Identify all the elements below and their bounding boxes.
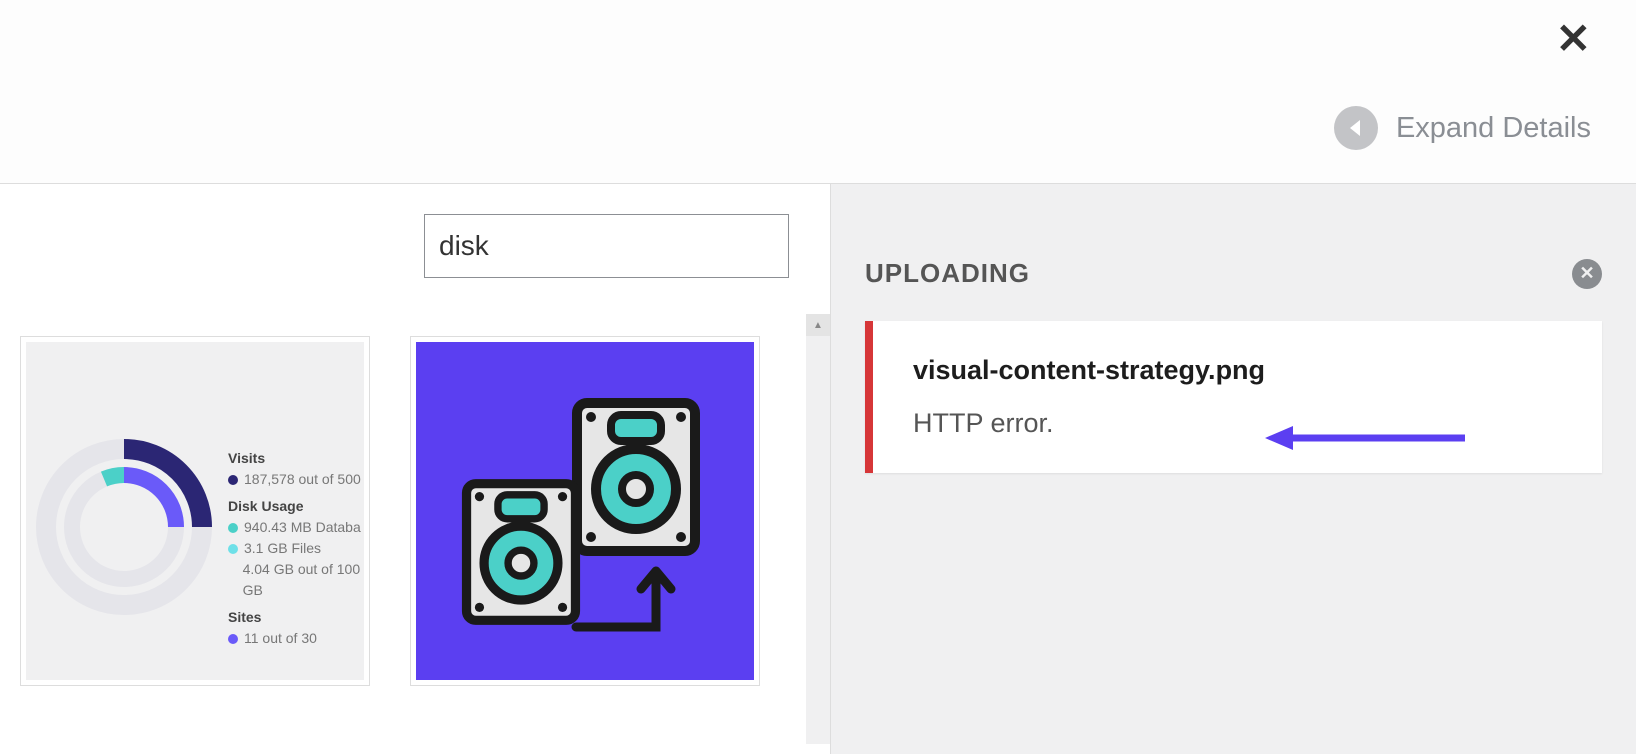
close-icon[interactable]: ✕	[1556, 18, 1591, 60]
media-grid-pane: Visits 187,578 out of 500 Disk Usage 940…	[0, 184, 830, 754]
hard-disk-icon	[461, 477, 581, 627]
expand-details-label: Expand Details	[1396, 112, 1591, 145]
scroll-up-icon[interactable]: ▲	[806, 314, 830, 336]
thumbnail-stats[interactable]: Visits 187,578 out of 500 Disk Usage 940…	[20, 336, 370, 686]
upload-filename: visual-content-strategy.png	[913, 355, 1562, 386]
upload-panel: UPLOADING ✕ visual-content-strategy.png …	[830, 184, 1636, 754]
stats-legend: Visits 187,578 out of 500 Disk Usage 940…	[228, 442, 364, 649]
scrollbar[interactable]: ▲	[806, 314, 830, 744]
annotation-arrow-icon	[1265, 421, 1465, 455]
upload-header: UPLOADING ✕	[865, 258, 1602, 289]
content-area: Visits 187,578 out of 500 Disk Usage 940…	[0, 184, 1636, 754]
upload-heading: UPLOADING	[865, 258, 1030, 289]
donut-chart-icon	[34, 437, 214, 617]
upload-error-card: visual-content-strategy.png HTTP error.	[865, 321, 1602, 473]
expand-details-button[interactable]: Expand Details	[1334, 106, 1591, 150]
search-input[interactable]	[424, 214, 789, 278]
thumbnail-row: Visits 187,578 out of 500 Disk Usage 940…	[20, 336, 760, 686]
dismiss-button[interactable]: ✕	[1572, 259, 1602, 289]
arrow-up-icon	[566, 557, 676, 647]
thumbnail-disk-icon[interactable]	[410, 336, 760, 686]
chevron-left-icon	[1334, 106, 1378, 150]
top-bar: ✕ Expand Details	[0, 0, 1636, 184]
hard-disk-icon	[571, 397, 701, 557]
close-icon: ✕	[1579, 263, 1594, 284]
